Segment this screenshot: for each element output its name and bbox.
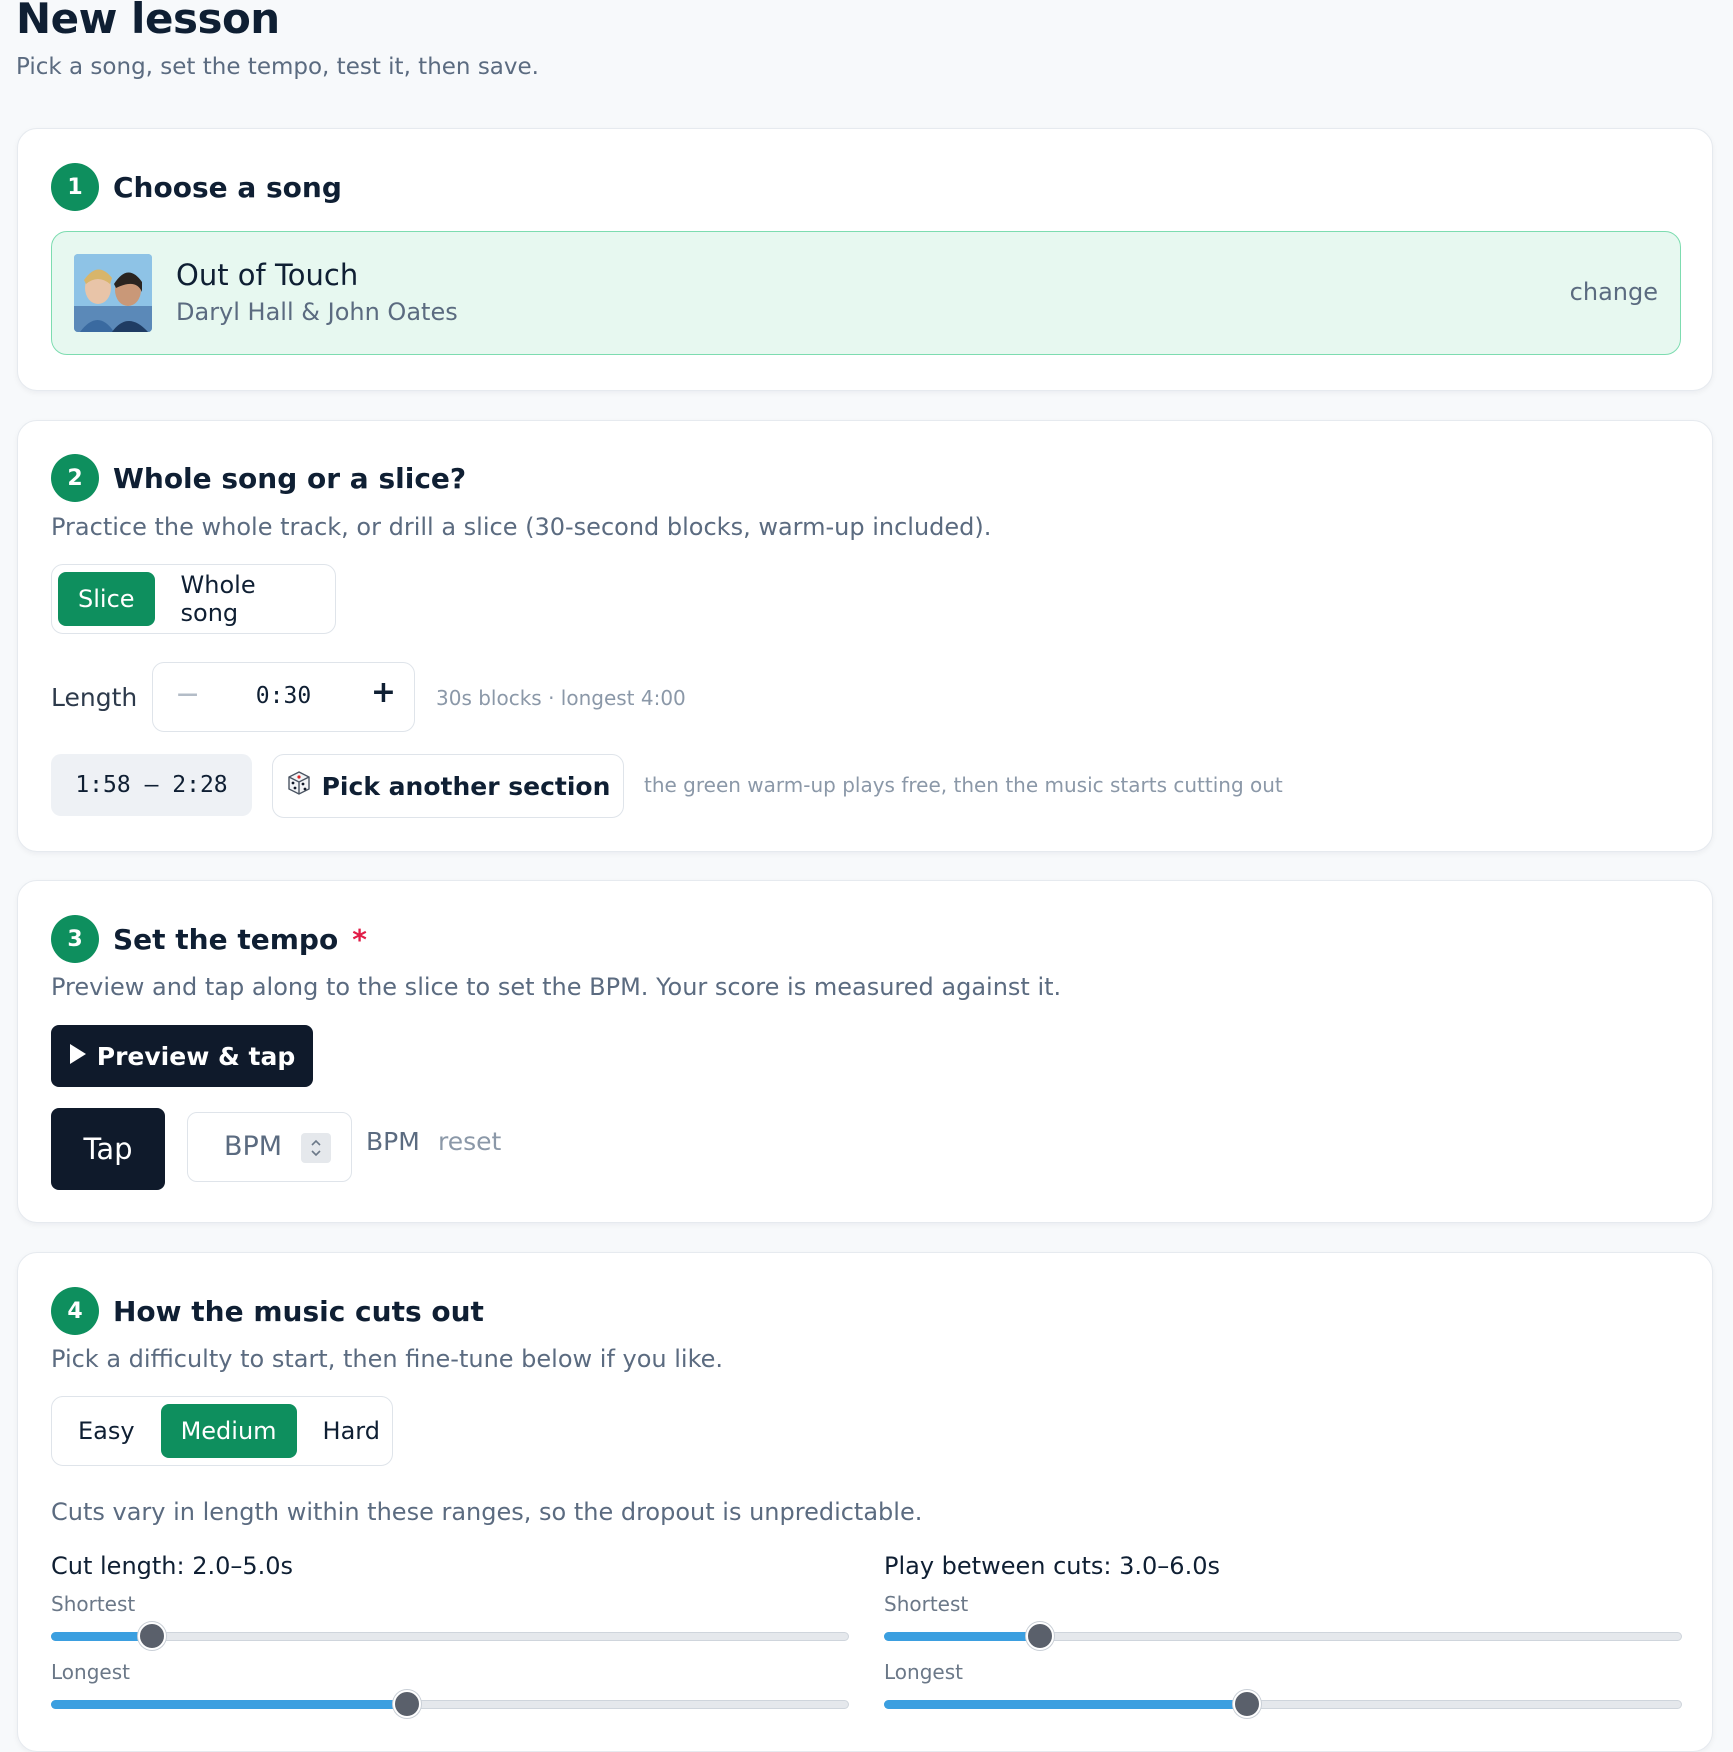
step-number-badge: 1 <box>51 163 99 211</box>
step-title: How the music cuts out <box>113 1294 484 1328</box>
slider-fill <box>884 1632 1041 1641</box>
tempo-card: 3 Set the tempo * Preview and tap along … <box>17 880 1713 1223</box>
step-title: Set the tempo <box>113 922 339 956</box>
page-subtitle: Pick a song, set the tempo, test it, the… <box>16 54 539 80</box>
reset-bpm-link[interactable]: reset <box>438 1127 501 1156</box>
bpm-placeholder: BPM <box>224 1131 283 1162</box>
bpm-unit-label: BPM <box>366 1127 420 1156</box>
step-title: Choose a song <box>113 170 342 204</box>
bpm-spinner-icon[interactable] <box>301 1133 331 1163</box>
step-description: Preview and tap along to the slice to se… <box>51 973 1062 1001</box>
cut-length-shortest-slider[interactable] <box>51 1622 849 1650</box>
medium-difficulty-button[interactable]: Medium <box>160 1404 297 1458</box>
bpm-input[interactable]: BPM <box>187 1112 352 1182</box>
change-song-link[interactable]: change <box>1570 278 1658 306</box>
preview-tap-button[interactable]: Preview & tap <box>51 1025 313 1087</box>
song-title: Out of Touch <box>176 258 359 292</box>
pick-another-section-label: Pick another section <box>321 771 611 801</box>
slice-mode-button[interactable]: Slice <box>58 572 155 626</box>
play-between-shortest-label: Shortest <box>884 1592 969 1616</box>
page-title: New lesson <box>16 0 280 43</box>
slice-range: 1:58 – 2:28 <box>51 754 252 816</box>
step-header: 2 Whole song or a slice? <box>51 454 466 502</box>
step-description: Practice the whole track, or drill a sli… <box>51 513 992 541</box>
step-description: Pick a difficulty to start, then fine-tu… <box>51 1345 724 1373</box>
increase-length-button[interactable]: + <box>371 675 396 710</box>
dice-icon <box>286 770 312 802</box>
mode-toggle: Slice Whole song <box>51 564 336 634</box>
step-number-badge: 3 <box>51 915 99 963</box>
slider-fill <box>884 1700 1248 1709</box>
required-marker: * <box>352 922 367 956</box>
play-between-shortest-slider[interactable] <box>884 1622 1682 1650</box>
play-icon <box>69 1042 87 1071</box>
cut-length-longest-label: Longest <box>51 1660 130 1684</box>
slider-thumb[interactable] <box>1026 1622 1055 1650</box>
selected-song[interactable]: Out of Touch Daryl Hall & John Oates cha… <box>51 231 1681 355</box>
length-hint: 30s blocks · longest 4:00 <box>436 686 686 710</box>
album-cover-image <box>74 254 152 332</box>
cut-length-title: Cut length: 2.0–5.0s <box>51 1552 294 1580</box>
slider-thumb[interactable] <box>138 1622 167 1650</box>
choose-song-card: 1 Choose a song Out of Touch Daryl Hall … <box>17 128 1713 391</box>
difficulty-toggle: Easy Medium Hard <box>51 1396 393 1466</box>
slider-fill <box>51 1700 407 1709</box>
pick-another-section-button[interactable]: Pick another section <box>272 754 624 818</box>
cutout-card: 4 How the music cuts out Pick a difficul… <box>17 1252 1713 1752</box>
step-header: 3 Set the tempo * <box>51 915 367 963</box>
length-label: Length <box>51 683 138 712</box>
slider-fill <box>51 1632 153 1641</box>
step-header: 4 How the music cuts out <box>51 1287 484 1335</box>
tap-button[interactable]: Tap <box>51 1108 165 1190</box>
play-between-longest-label: Longest <box>884 1660 963 1684</box>
play-between-title: Play between cuts: 3.0–6.0s <box>884 1552 1220 1580</box>
step-number-badge: 2 <box>51 454 99 502</box>
song-artist: Daryl Hall & John Oates <box>176 298 458 326</box>
hard-difficulty-button[interactable]: Hard <box>303 1404 400 1458</box>
cuts-note: Cuts vary in length within these ranges,… <box>51 1498 923 1526</box>
step-title: Whole song or a slice? <box>113 461 467 495</box>
slice-card: 2 Whole song or a slice? Practice the wh… <box>17 420 1713 852</box>
preview-tap-label: Preview & tap <box>96 1041 296 1071</box>
length-stepper: − 0:30 + <box>152 662 415 732</box>
easy-difficulty-button[interactable]: Easy <box>58 1404 155 1458</box>
step-header: 1 Choose a song <box>51 163 342 211</box>
cut-length-shortest-label: Shortest <box>51 1592 136 1616</box>
whole-song-mode-button[interactable]: Whole song <box>161 571 329 627</box>
warmup-hint: the green warm-up plays free, then the m… <box>644 773 1283 797</box>
slider-track <box>51 1632 849 1641</box>
step-number-badge: 4 <box>51 1287 99 1335</box>
